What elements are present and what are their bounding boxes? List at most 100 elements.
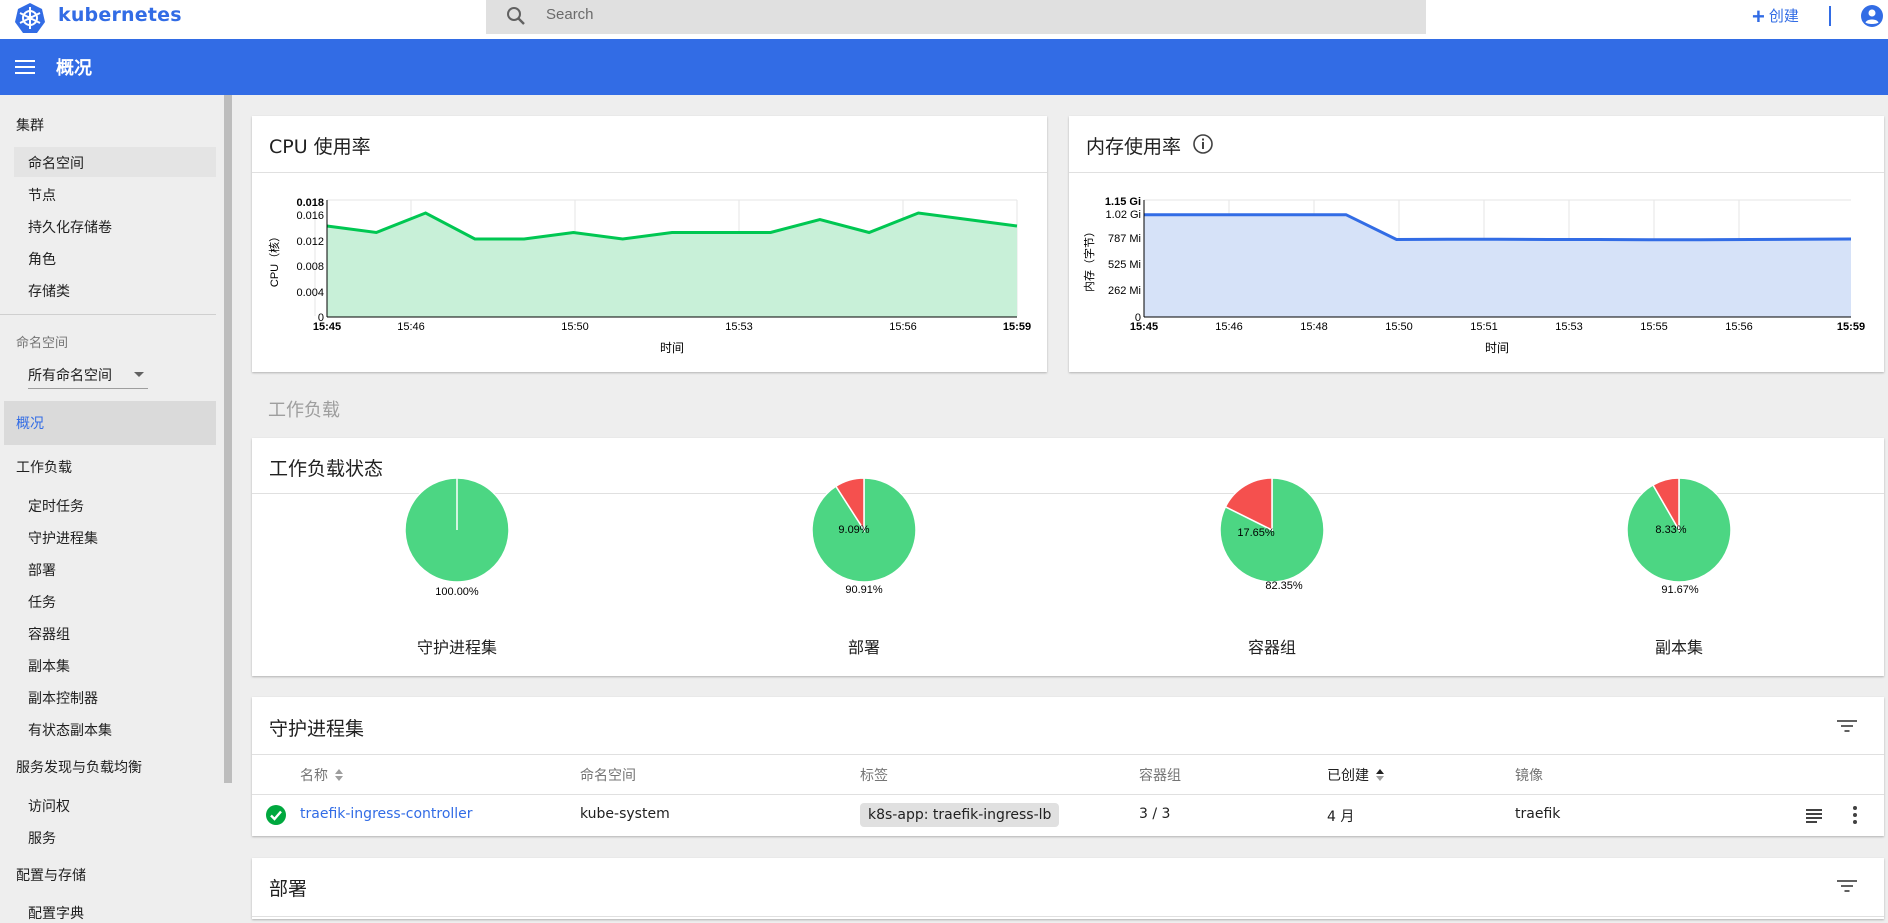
sidebar-scrollbar[interactable]: [224, 95, 232, 783]
sidebar-heading-cluster[interactable]: 集群: [16, 115, 44, 135]
cpu-y-ticks: 0 0.004 0.008 0.012 0.016 0.018: [296, 197, 324, 324]
cpu-x-tick: 15:46: [397, 321, 425, 333]
sidebar-item-jobs[interactable]: 任务: [28, 592, 56, 612]
memory-x-tick: 15:48: [1300, 321, 1328, 333]
sidebar-item-ingresses[interactable]: 访问权: [28, 796, 70, 816]
create-label: 创建: [1768, 8, 1799, 25]
daemonset-namespace: kube-system: [580, 806, 670, 822]
menu-icon[interactable]: [14, 56, 36, 78]
memory-chart: 0 262 Mi 525 Mi 787 Mi 1.02 Gi 1.15 Gi 1…: [1082, 196, 1865, 355]
pie-label: 守护进程集: [417, 639, 497, 657]
memory-x-label: 时间: [1485, 341, 1509, 355]
sidebar-item-overview[interactable]: 概况: [4, 401, 216, 445]
memory-y-tick: 525 Mi: [1108, 259, 1141, 271]
account-icon[interactable]: [1860, 4, 1884, 28]
cpu-x-tick: 15:59: [1003, 321, 1031, 333]
sidebar-item-persistent-volumes[interactable]: 持久化存储卷: [28, 217, 112, 237]
column-header-images: 镜像: [1515, 768, 1543, 784]
memory-x-tick: 15:45: [1130, 321, 1158, 333]
pie-daemonsets[interactable]: 100.00% 守护进程集: [404, 477, 510, 657]
column-header-name[interactable]: 名称: [300, 765, 344, 785]
sidebar-item-daemonsets[interactable]: 守护进程集: [28, 528, 98, 548]
cpu-x-tick: 15:45: [313, 321, 341, 333]
sidebar-item-roles[interactable]: 角色: [28, 249, 56, 269]
memory-x-tick: 15:59: [1837, 321, 1865, 333]
sidebar-divider: [0, 314, 216, 315]
filter-icon[interactable]: [1836, 717, 1858, 735]
sidebar-item-statefulsets[interactable]: 有状态副本集: [28, 720, 112, 740]
memory-x-tick: 15:56: [1725, 321, 1753, 333]
pie-label: 容器组: [1248, 639, 1296, 657]
memory-x-tick: 15:53: [1555, 321, 1583, 333]
plus-icon: +: [1752, 4, 1765, 29]
create-button[interactable]: + 创建: [1752, 4, 1799, 30]
pie-pods[interactable]: 82.35% 17.65% 容器组: [1219, 477, 1325, 657]
column-header-label: 已创建: [1327, 768, 1369, 784]
more-actions-icon[interactable]: [1846, 805, 1864, 825]
pie-running-label: 100.00%: [435, 586, 479, 598]
daemonsets-card: 守护进程集: [252, 697, 1884, 836]
sidebar-item-replication-controllers[interactable]: 副本控制器: [28, 688, 98, 708]
memory-y-label: 内存（字节）: [1082, 226, 1096, 292]
cpu-area: [327, 213, 1017, 317]
sidebar-item-pods[interactable]: 容器组: [28, 624, 70, 644]
cpu-x-tick: 15:50: [561, 321, 589, 333]
sidebar-heading-config[interactable]: 配置与存储: [16, 865, 86, 885]
cpu-y-tick: 0.018: [296, 197, 324, 209]
pie-deployments[interactable]: 90.91% 9.09% 部署: [811, 477, 917, 657]
deployments-card: 部署: [252, 858, 1884, 919]
sidebar-heading-discovery[interactable]: 服务发现与负载均衡: [16, 757, 142, 777]
sidebar-item-namespaces[interactable]: 命名空间: [14, 147, 216, 177]
sidebar-item-configmaps[interactable]: 配置字典: [28, 903, 84, 923]
cpu-x-ticks: 15:45 15:46 15:50 15:53 15:56 15:59: [313, 321, 1031, 333]
column-header-created[interactable]: 已创建: [1327, 765, 1385, 785]
sidebar-item-storage-classes[interactable]: 存储类: [28, 281, 70, 301]
search-bar[interactable]: Search: [486, 0, 1426, 34]
daemonsets-title: 守护进程集: [269, 718, 365, 740]
daemonset-image: traefik: [1515, 806, 1561, 822]
sidebar-item-cronjobs[interactable]: 定时任务: [28, 496, 84, 516]
memory-x-tick: 15:55: [1640, 321, 1668, 333]
cpu-y-tick: 0.004: [296, 287, 324, 299]
sidebar-item-label: 命名空间: [28, 156, 84, 172]
sidebar-item-nodes[interactable]: 节点: [28, 185, 56, 205]
memory-y-tick: 262 Mi: [1108, 285, 1141, 297]
label-chip: k8s-app: traefik-ingress-lb: [860, 803, 1060, 827]
cpu-x-label: 时间: [660, 341, 684, 355]
page-header: 概况: [0, 39, 1888, 95]
cpu-x-tick: 15:56: [889, 321, 917, 333]
workload-status-card: 工作负载状态 100.00% 守护进程集 90.91% 9.09% 部署 82.…: [252, 438, 1884, 676]
table-header-divider: [252, 794, 1884, 795]
cpu-y-tick: 0.008: [296, 261, 324, 273]
memory-x-tick: 15:51: [1470, 321, 1498, 333]
pie-replicasets[interactable]: 91.67% 8.33% 副本集: [1626, 477, 1732, 657]
workload-pie-charts: 100.00% 守护进程集 90.91% 9.09% 部署 82.35% 17.…: [404, 477, 1732, 657]
sidebar-item-services[interactable]: 服务: [28, 828, 56, 848]
filter-icon[interactable]: [1836, 877, 1858, 895]
pie-running-label: 90.91%: [845, 584, 883, 596]
pie-failed-label: 17.65%: [1237, 527, 1275, 539]
memory-y-ticks: 0 262 Mi 525 Mi 787 Mi 1.02 Gi 1.15 Gi: [1105, 196, 1141, 324]
page-title: 概况: [56, 58, 92, 79]
logs-icon[interactable]: [1805, 806, 1823, 824]
daemonset-created: 4 月: [1327, 809, 1355, 825]
column-header-label: 名称: [300, 768, 328, 784]
search-icon: [507, 7, 525, 25]
pie-failed-label: 9.09%: [838, 524, 869, 536]
memory-y-tick: 787 Mi: [1108, 233, 1141, 245]
sidebar-item-replicasets[interactable]: 副本集: [28, 656, 70, 676]
kubernetes-logo-icon[interactable]: [14, 2, 46, 34]
sidebar-heading-workloads[interactable]: 工作负载: [16, 457, 72, 477]
column-header-labels: 标签: [860, 768, 888, 784]
daemonset-name-link[interactable]: traefik-ingress-controller: [300, 806, 473, 822]
pie-label: 部署: [848, 639, 880, 657]
sort-icon: [335, 769, 343, 781]
namespace-select[interactable]: 所有命名空间: [28, 361, 148, 389]
toolbar-divider: [1829, 6, 1831, 26]
sidebar-item-deployments[interactable]: 部署: [28, 560, 56, 580]
daemonset-pods: 3 / 3: [1139, 806, 1171, 822]
brand-name[interactable]: kubernetes: [58, 4, 182, 26]
card-divider: [252, 916, 1884, 917]
search-input[interactable]: Search: [546, 6, 594, 23]
cpu-y-tick: 0.012: [296, 236, 324, 248]
